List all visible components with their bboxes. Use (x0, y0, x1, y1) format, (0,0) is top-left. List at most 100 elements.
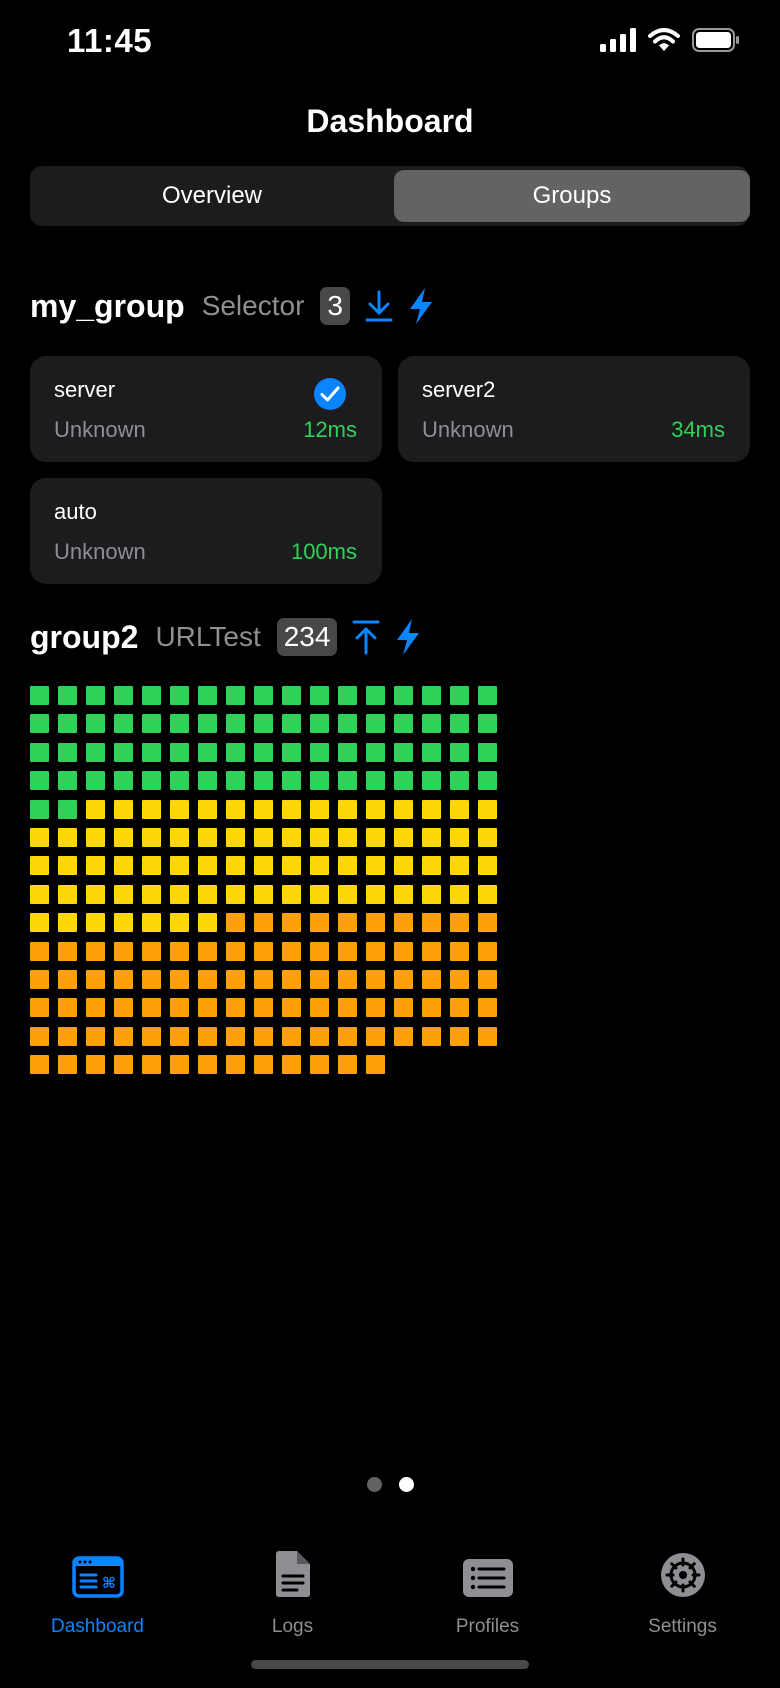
latency-cell-fast[interactable] (450, 771, 469, 791)
latency-cell-medium[interactable] (478, 884, 497, 904)
latency-cell-fast[interactable] (198, 686, 217, 705)
latency-cell-medium[interactable] (366, 884, 385, 904)
latency-cell-medium[interactable] (142, 913, 161, 933)
latency-cell-slow[interactable] (30, 941, 49, 961)
latency-cell-slow[interactable] (114, 941, 133, 961)
latency-cell-medium[interactable] (226, 856, 245, 876)
latency-cell-slow[interactable] (58, 1026, 77, 1046)
latency-cell-medium[interactable] (254, 799, 273, 819)
latency-cell-slow[interactable] (338, 1026, 357, 1046)
latency-cell-slow[interactable] (114, 1026, 133, 1046)
latency-cell-fast[interactable] (58, 799, 77, 819)
latency-cell-fast[interactable] (254, 686, 273, 705)
latency-cell-medium[interactable] (282, 827, 301, 847)
latency-cell-fast[interactable] (366, 742, 385, 762)
latency-cell-fast[interactable] (170, 686, 189, 705)
bolt-icon[interactable] (408, 288, 434, 324)
latency-cell-fast[interactable] (450, 714, 469, 734)
latency-cell-medium[interactable] (170, 799, 189, 819)
latency-cell-medium[interactable] (30, 913, 49, 933)
latency-cell-slow[interactable] (170, 941, 189, 961)
latency-cell-fast[interactable] (478, 742, 497, 762)
latency-cell-slow[interactable] (198, 998, 217, 1018)
latency-cell-slow[interactable] (338, 941, 357, 961)
latency-cell-slow[interactable] (86, 941, 105, 961)
latency-cell-medium[interactable] (30, 856, 49, 876)
latency-cell-medium[interactable] (338, 827, 357, 847)
latency-cell-slow[interactable] (366, 998, 385, 1018)
latency-cell-fast[interactable] (366, 686, 385, 705)
latency-cell-medium[interactable] (170, 827, 189, 847)
latency-cell-medium[interactable] (450, 884, 469, 904)
latency-cell-medium[interactable] (394, 799, 413, 819)
latency-cell-medium[interactable] (394, 856, 413, 876)
latency-cell-medium[interactable] (114, 856, 133, 876)
latency-cell-slow[interactable] (198, 1055, 217, 1075)
latency-cell-fast[interactable] (58, 714, 77, 734)
latency-cell-slow[interactable] (422, 1026, 441, 1046)
latency-cell-fast[interactable] (142, 714, 161, 734)
latency-cell-fast[interactable] (226, 714, 245, 734)
latency-cell-medium[interactable] (478, 856, 497, 876)
latency-cell-medium[interactable] (366, 827, 385, 847)
latency-cell-slow[interactable] (282, 998, 301, 1018)
latency-cell-medium[interactable] (198, 856, 217, 876)
latency-cell-medium[interactable] (170, 913, 189, 933)
page-indicator[interactable] (0, 1477, 780, 1492)
latency-cell-medium[interactable] (86, 856, 105, 876)
latency-cell-fast[interactable] (254, 714, 273, 734)
latency-cell-fast[interactable] (198, 714, 217, 734)
latency-cell-fast[interactable] (394, 771, 413, 791)
latency-cell-slow[interactable] (142, 969, 161, 989)
page-dot-active[interactable] (398, 1477, 414, 1492)
latency-cell-slow[interactable] (226, 941, 245, 961)
latency-cell-medium[interactable] (198, 884, 217, 904)
latency-cell-slow[interactable] (310, 969, 329, 989)
latency-cell-slow[interactable] (282, 1055, 301, 1075)
latency-cell-fast[interactable] (338, 771, 357, 791)
latency-cell-fast[interactable] (58, 742, 77, 762)
latency-cell-medium[interactable] (86, 827, 105, 847)
latency-cell-slow[interactable] (86, 1026, 105, 1046)
latency-cell-fast[interactable] (310, 742, 329, 762)
latency-cell-slow[interactable] (226, 1055, 245, 1075)
latency-cell-slow[interactable] (450, 941, 469, 961)
latency-cell-fast[interactable] (282, 686, 301, 705)
latency-cell-slow[interactable] (478, 998, 497, 1018)
latency-cell-slow[interactable] (58, 941, 77, 961)
latency-cell-fast[interactable] (338, 714, 357, 734)
latency-cell-fast[interactable] (366, 714, 385, 734)
latency-cell-medium[interactable] (86, 913, 105, 933)
latency-cell-medium[interactable] (282, 856, 301, 876)
latency-cell-fast[interactable] (30, 714, 49, 734)
latency-cell-fast[interactable] (254, 742, 273, 762)
latency-cell-medium[interactable] (170, 856, 189, 876)
latency-cell-slow[interactable] (394, 941, 413, 961)
latency-cell-fast[interactable] (422, 771, 441, 791)
latency-cell-slow[interactable] (366, 913, 385, 933)
arrow-up-to-line-icon[interactable] (351, 619, 381, 655)
latency-cell-slow[interactable] (366, 969, 385, 989)
latency-cell-medium[interactable] (310, 827, 329, 847)
tab-overview[interactable]: Overview (34, 170, 390, 222)
latency-cell-slow[interactable] (338, 998, 357, 1018)
latency-cell-medium[interactable] (142, 884, 161, 904)
latency-cell-medium[interactable] (86, 884, 105, 904)
page-dot[interactable] (366, 1477, 382, 1492)
latency-cell-slow[interactable] (198, 1026, 217, 1046)
latency-cell-slow[interactable] (58, 998, 77, 1018)
latency-cell-medium[interactable] (226, 884, 245, 904)
latency-cell-slow[interactable] (422, 969, 441, 989)
latency-cell-slow[interactable] (310, 998, 329, 1018)
latency-cell-slow[interactable] (394, 998, 413, 1018)
latency-cell-fast[interactable] (338, 686, 357, 705)
proxy-card-auto[interactable]: auto Unknown 100ms (30, 478, 382, 584)
latency-cell-medium[interactable] (338, 799, 357, 819)
latency-cell-medium[interactable] (198, 827, 217, 847)
latency-cell-medium[interactable] (450, 856, 469, 876)
latency-cell-slow[interactable] (30, 1055, 49, 1075)
latency-cell-slow[interactable] (450, 1026, 469, 1046)
latency-cell-medium[interactable] (450, 827, 469, 847)
latency-cell-medium[interactable] (366, 856, 385, 876)
latency-cell-slow[interactable] (310, 941, 329, 961)
